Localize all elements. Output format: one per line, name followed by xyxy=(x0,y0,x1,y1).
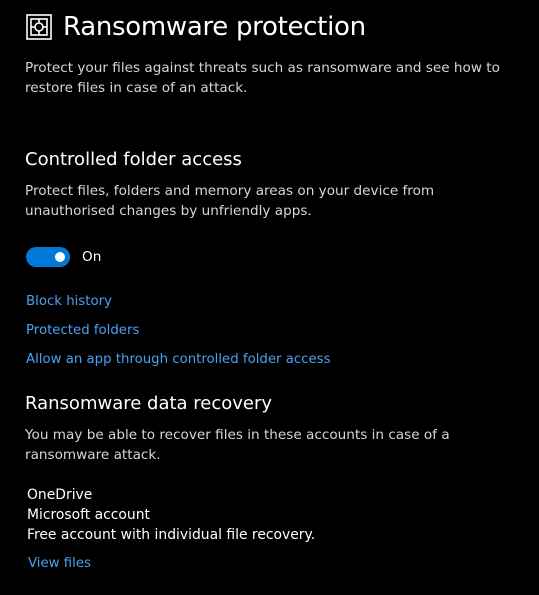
page-description: Protect your files against threats such … xyxy=(25,60,500,96)
controlled-folder-access-toggle[interactable] xyxy=(26,247,70,267)
allow-app-link[interactable]: Allow an app through controlled folder a… xyxy=(26,351,331,369)
account-type: Microsoft account xyxy=(27,507,150,523)
protected-folders-link[interactable]: Protected folders xyxy=(26,322,139,340)
page-title: Ransomware protection xyxy=(63,12,366,42)
controlled-folder-access-title: Controlled folder access xyxy=(25,149,242,170)
ransomware-protection-page: Ransomware protection Protect your files… xyxy=(0,0,539,595)
toggle-state-label: On xyxy=(82,249,102,265)
ransomware-shield-icon xyxy=(26,14,52,40)
controlled-folder-access-description: Protect files, folders and memory areas … xyxy=(25,183,435,219)
view-files-link[interactable]: View files xyxy=(28,555,91,573)
data-recovery-description: You may be able to recover files in thes… xyxy=(25,427,450,463)
account-name: OneDrive xyxy=(27,487,93,503)
page-header: Ransomware protection xyxy=(26,10,366,44)
controlled-folder-access-toggle-row: On xyxy=(26,247,101,267)
block-history-link[interactable]: Block history xyxy=(26,293,112,311)
toggle-knob xyxy=(55,252,65,262)
data-recovery-title: Ransomware data recovery xyxy=(25,393,273,414)
account-details: Free account with individual file recove… xyxy=(27,527,316,543)
